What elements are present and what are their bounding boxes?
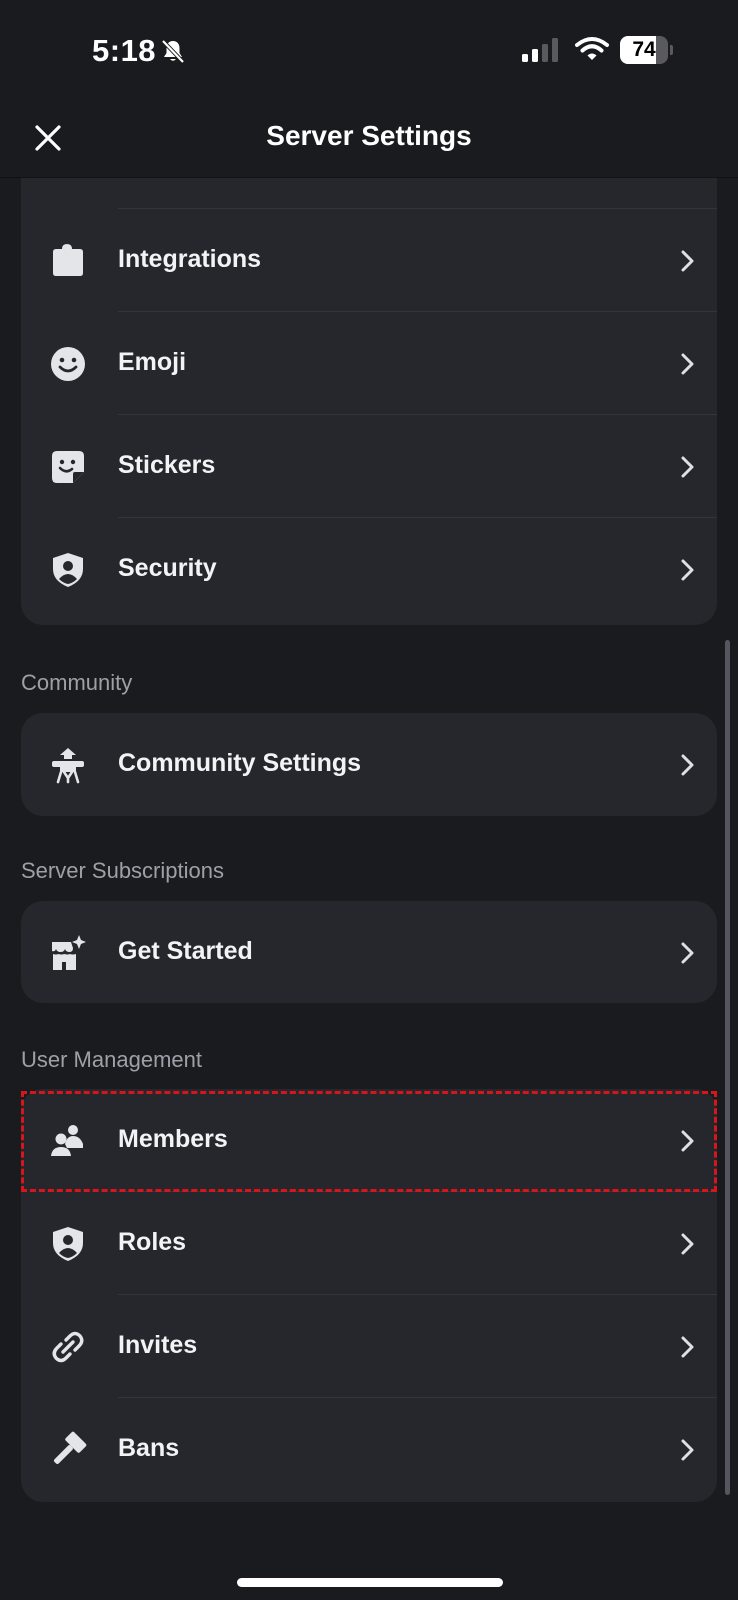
- chevron-right-icon: [681, 353, 694, 375]
- settings-group-user-management: Members Roles Invites Bans: [21, 1089, 717, 1502]
- bell-muted-icon: [161, 39, 185, 64]
- section-label-user-management: User Management: [21, 1047, 202, 1072]
- link-icon: [52, 1331, 84, 1363]
- security-row[interactable]: Security: [21, 518, 717, 621]
- puzzle-icon: [53, 244, 83, 276]
- community-settings-row[interactable]: Community Settings: [21, 713, 717, 816]
- sticker-icon: [52, 451, 84, 483]
- invites-label: Invites: [118, 1331, 198, 1359]
- bans-row[interactable]: Bans: [21, 1398, 717, 1501]
- section-label-community: Community: [21, 670, 133, 695]
- chevron-right-icon: [681, 754, 694, 776]
- cellular-signal-icon: [522, 38, 558, 62]
- wifi-icon: [575, 37, 609, 60]
- roles-label: Roles: [118, 1228, 187, 1256]
- settings-group-top: Integrations Emoji Stickers Security: [21, 178, 717, 625]
- get-started-label: Get Started: [118, 937, 253, 965]
- chevron-right-icon: [681, 250, 694, 272]
- community-tower-icon: [52, 748, 84, 784]
- smiley-icon: [51, 347, 85, 381]
- security-label: Security: [118, 554, 217, 582]
- members-label: Members: [118, 1125, 228, 1153]
- shop-sparkle-icon: [52, 935, 86, 970]
- page-title: Server Settings: [266, 120, 472, 151]
- battery-indicator: 74: [620, 36, 673, 64]
- invites-row[interactable]: Invites: [21, 1295, 717, 1398]
- stickers-row[interactable]: Stickers: [21, 415, 717, 518]
- bans-label: Bans: [118, 1434, 180, 1462]
- chevron-right-icon: [681, 1130, 694, 1152]
- home-indicator: [237, 1578, 503, 1587]
- community-settings-label: Community Settings: [118, 749, 362, 777]
- settings-group-community: Community Settings: [21, 713, 717, 816]
- section-label-subscriptions: Server Subscriptions: [21, 858, 224, 883]
- chevron-right-icon: [681, 1336, 694, 1358]
- roles-row[interactable]: Roles: [21, 1192, 717, 1295]
- hammer-icon: [53, 1431, 87, 1465]
- header-bar: Server Settings: [0, 100, 738, 178]
- integrations-row[interactable]: Integrations: [21, 209, 717, 312]
- chevron-right-icon: [681, 1233, 694, 1255]
- integrations-label: Integrations: [118, 245, 262, 273]
- settings-group-subscriptions: Get Started: [21, 901, 717, 1003]
- shield-user-icon: [53, 553, 83, 587]
- chevron-right-icon: [681, 942, 694, 964]
- shield-user-icon: [53, 1227, 83, 1261]
- battery-level: 74: [632, 38, 656, 61]
- members-icon: [51, 1125, 83, 1156]
- emoji-row[interactable]: Emoji: [21, 312, 717, 415]
- stickers-label: Stickers: [118, 451, 216, 479]
- status-time: 5:18: [92, 33, 157, 68]
- emoji-label: Emoji: [118, 348, 187, 376]
- chevron-right-icon: [681, 559, 694, 581]
- chevron-right-icon: [681, 456, 694, 478]
- members-row[interactable]: Members: [21, 1089, 717, 1192]
- chevron-right-icon: [681, 1439, 694, 1461]
- scrollbar[interactable]: [725, 640, 730, 1495]
- get-started-row[interactable]: Get Started: [21, 901, 717, 1003]
- status-bar: 5:18 74: [0, 0, 738, 100]
